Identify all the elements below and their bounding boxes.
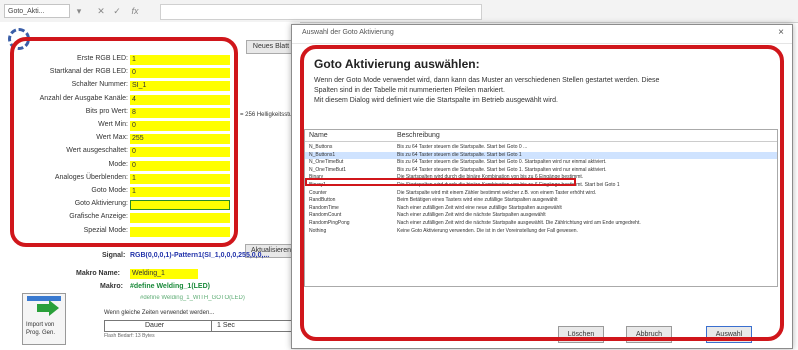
table-header-time: 1 Sec xyxy=(217,322,235,329)
arrow-head-icon xyxy=(49,300,59,316)
makro-value: #define Welding_1(LED) xyxy=(130,283,210,290)
import-button[interactable]: Import von Prog. Gen. xyxy=(22,293,66,345)
neues-blatt-button[interactable]: Neues Blatt xyxy=(246,40,296,54)
signal-label: Signal: xyxy=(102,252,126,259)
signal-value: RGB(0,0,0,1)-Pattern1(SI_1,0,0,0,255,0,0… xyxy=(130,252,270,259)
flash-info: Flash Bedarf: 13 Bytes xyxy=(104,333,155,339)
close-icon[interactable]: × xyxy=(778,27,784,38)
goto-dialog: Auswahl der Goto Aktivierung × Goto Akti… xyxy=(291,24,793,349)
name-box[interactable]: Goto_Akti... xyxy=(4,4,70,18)
makro-name-value: Welding_1 xyxy=(132,270,165,277)
confirm-icon[interactable]: ✓ xyxy=(112,4,122,18)
dialog-title: Auswahl der Goto Aktivierung xyxy=(302,29,394,36)
import-label-2: Prog. Gen. xyxy=(26,330,56,336)
grey-note: Wenn gleiche Zeiten verwendet werden... xyxy=(104,310,215,316)
fx-icon[interactable]: fx xyxy=(130,4,140,18)
formula-bar: Goto_Akti... ▾ ✕ ✓ fx xyxy=(0,0,798,23)
formula-input[interactable] xyxy=(160,4,482,20)
makro-name-label: Makro Name: xyxy=(76,270,120,277)
dialog-titlebar[interactable]: Auswahl der Goto Aktivierung × xyxy=(292,25,792,44)
table-header-dauer: Dauer xyxy=(145,322,165,329)
highlight-frame-parameters xyxy=(10,37,238,247)
import-label-1: Import von xyxy=(26,322,55,328)
highlight-frame-dialog xyxy=(300,45,784,341)
time-table: Dauer 1 Sec xyxy=(104,320,292,332)
chevron-down-icon[interactable]: ▾ xyxy=(74,4,84,18)
makro-label: Makro: xyxy=(100,283,123,290)
makro-goto-value: #define Welding_1_WITH_GOTO(LED) xyxy=(140,295,245,301)
makro-name-cell[interactable]: Welding_1 xyxy=(130,269,198,279)
cancel-icon[interactable]: ✕ xyxy=(96,4,106,18)
